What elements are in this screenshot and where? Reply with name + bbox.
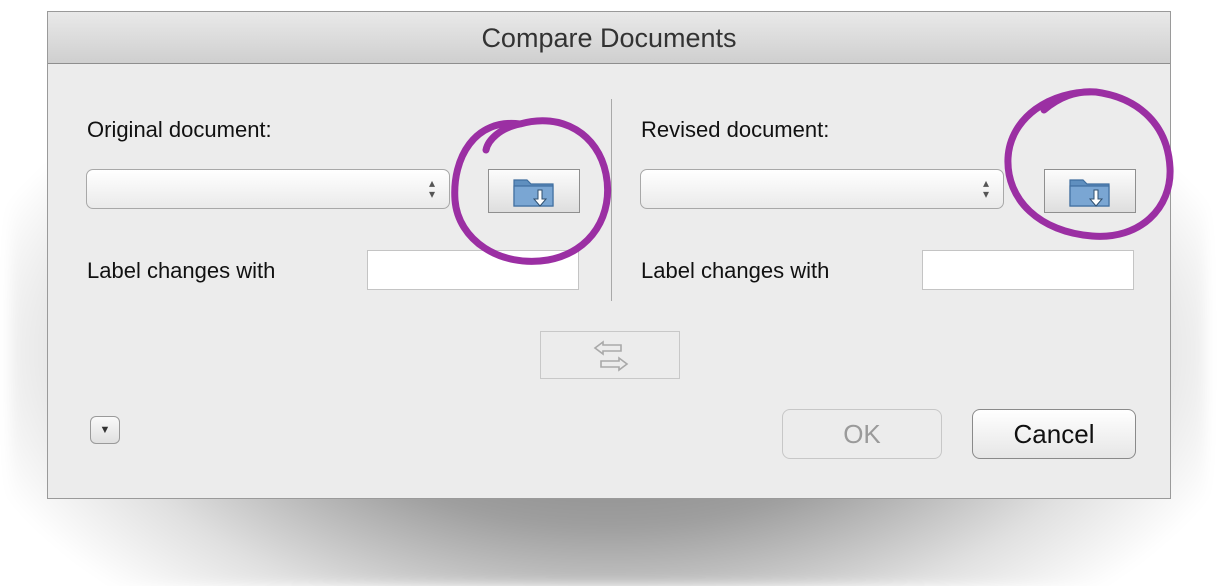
- triangle-down-icon: ▼: [99, 424, 111, 436]
- original-browse-button[interactable]: [488, 169, 580, 213]
- revised-browse-button[interactable]: [1044, 169, 1136, 213]
- original-label-changes-text: Label changes with: [87, 258, 276, 283]
- popup-arrows-icon: ▴ ▾: [982, 176, 989, 201]
- original-label-changes-input[interactable]: [367, 250, 579, 290]
- swap-documents-button[interactable]: [540, 331, 680, 379]
- compare-documents-dialog: Compare Documents Original document: ▴ ▾ …: [47, 11, 1171, 499]
- ok-button[interactable]: OK: [782, 409, 942, 459]
- dialog-title: Compare Documents: [48, 12, 1170, 64]
- folder-browse-icon: [513, 179, 554, 207]
- revised-document-popup[interactable]: ▴ ▾: [640, 169, 1004, 209]
- revised-label-changes-input[interactable]: [922, 250, 1134, 290]
- folder-browse-icon: [1069, 179, 1110, 207]
- original-document-popup[interactable]: ▴ ▾: [86, 169, 450, 209]
- cancel-button[interactable]: Cancel: [972, 409, 1136, 459]
- revised-document-label: Revised document:: [641, 117, 830, 142]
- original-document-label: Original document:: [87, 117, 272, 142]
- revised-label-changes-text: Label changes with: [641, 258, 830, 283]
- column-divider: [611, 99, 612, 301]
- more-options-button[interactable]: ▼: [90, 416, 120, 444]
- swap-arrows-icon: [593, 340, 629, 372]
- popup-arrows-icon: ▴ ▾: [428, 176, 435, 201]
